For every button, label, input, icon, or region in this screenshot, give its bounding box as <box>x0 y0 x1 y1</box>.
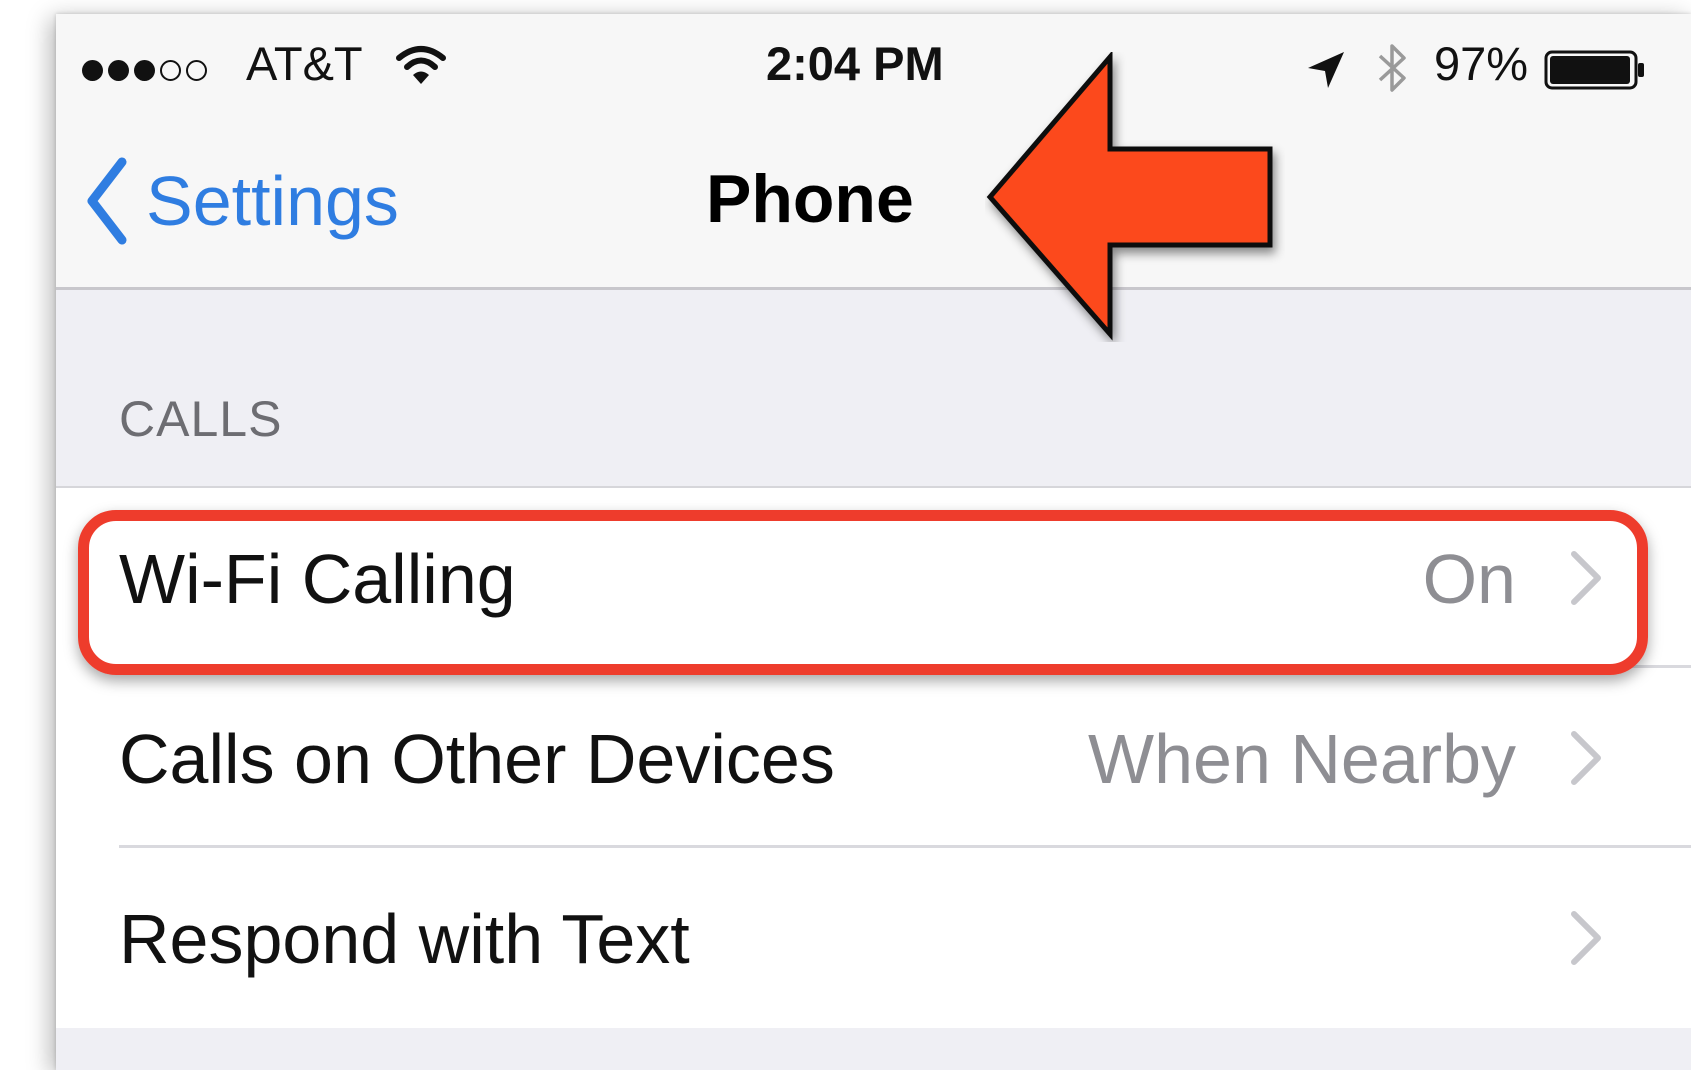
section-header-label: CALLS <box>119 391 283 447</box>
highlight-box-annotation <box>78 510 1648 675</box>
battery-icon <box>1544 50 1644 90</box>
calls-on-other-devices-row[interactable]: Calls on Other Devices When Nearby <box>56 668 1691 848</box>
navigation-bar: Settings Phone <box>56 109 1691 290</box>
chevron-right-icon <box>1571 731 1601 785</box>
section-header: CALLS <box>56 290 1691 488</box>
signal-dot <box>134 60 155 81</box>
carrier-name: AT&T <box>246 37 363 90</box>
signal-dot <box>82 60 103 81</box>
arrow-left-annotation-icon <box>986 52 1273 341</box>
back-button-label: Settings <box>146 162 399 240</box>
page: AT&T 2:04 PM 97% Settings Phone CALLS Wi… <box>0 0 1691 1070</box>
signal-dot <box>108 60 129 81</box>
chevron-left-icon <box>87 157 127 245</box>
row-label: Respond with Text <box>119 900 690 978</box>
row-value: When Nearby <box>1088 720 1516 798</box>
signal-dot <box>186 60 207 81</box>
status-bar: AT&T 2:04 PM 97% <box>56 14 1691 109</box>
bluetooth-icon <box>1378 44 1406 92</box>
wifi-icon <box>396 46 446 84</box>
battery-percent: 97% <box>1434 37 1529 90</box>
chevron-right-icon <box>1571 911 1601 965</box>
respond-with-text-row[interactable]: Respond with Text <box>56 848 1691 1028</box>
location-arrow-icon <box>1308 52 1344 88</box>
page-title: Phone <box>706 161 914 237</box>
signal-strength-icon <box>82 60 207 81</box>
row-label: Calls on Other Devices <box>119 720 835 798</box>
back-button[interactable]: Settings <box>84 151 399 251</box>
signal-dot <box>160 60 181 81</box>
clock: 2:04 PM <box>766 37 944 90</box>
